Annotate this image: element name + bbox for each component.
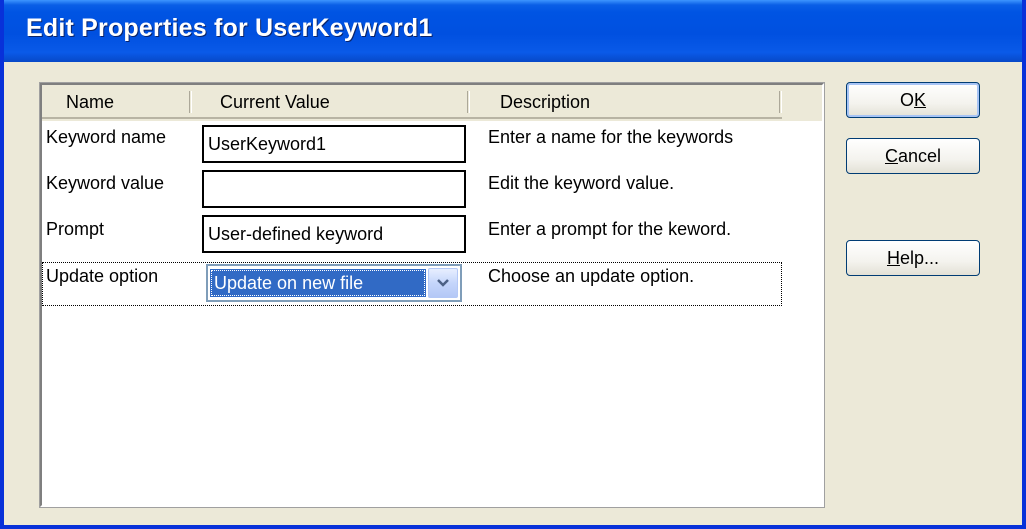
help-button-mnemonic: H bbox=[886, 248, 900, 268]
cancel-button[interactable]: Cancel bbox=[846, 138, 980, 174]
window-title: Edit Properties for UserKeyword1 bbox=[26, 14, 433, 42]
row-label-keyword-name: Keyword name bbox=[46, 127, 167, 147]
dialog-window: Edit Properties for UserKeyword1 Name Cu… bbox=[0, 0, 1026, 529]
row-description-keyword-value: Edit the keyword value. bbox=[488, 173, 675, 193]
row-description-update-option: Choose an update option. bbox=[488, 266, 695, 286]
dropdown-button[interactable] bbox=[428, 268, 458, 298]
column-header-current-value-label: Current Value bbox=[220, 92, 330, 112]
help-button[interactable]: Help... bbox=[846, 240, 980, 276]
column-header-current-value[interactable]: Current Value bbox=[192, 85, 470, 119]
column-header-name[interactable]: Name bbox=[42, 85, 192, 119]
ok-button-label-start: O bbox=[899, 90, 914, 110]
list-header: Name Current Value Description bbox=[42, 85, 822, 121]
keyword-value-field[interactable] bbox=[202, 170, 466, 208]
chevron-down-icon bbox=[437, 279, 449, 287]
ok-button-mnemonic: K bbox=[914, 90, 927, 110]
keyword-name-field[interactable]: UserKeyword1 bbox=[202, 125, 466, 163]
properties-list[interactable]: Name Current Value Description Keyword n… bbox=[39, 82, 825, 508]
column-header-description[interactable]: Description bbox=[470, 85, 782, 119]
row-description-prompt: Enter a prompt for the keword. bbox=[488, 219, 732, 239]
row-label-prompt: Prompt bbox=[46, 219, 105, 239]
update-option-dropdown[interactable]: Update on new file bbox=[206, 264, 462, 302]
title-bar[interactable]: Edit Properties for UserKeyword1 bbox=[4, 0, 1022, 62]
column-header-name-label: Name bbox=[66, 92, 115, 112]
help-button-label-end: elp... bbox=[899, 248, 940, 268]
prompt-field[interactable]: User-defined keyword bbox=[202, 215, 466, 253]
cancel-button-label-end: ancel bbox=[897, 146, 942, 166]
row-label-update-option: Update option bbox=[46, 266, 159, 286]
row-label-keyword-value: Keyword value bbox=[46, 173, 165, 193]
column-header-description-label: Description bbox=[500, 92, 591, 112]
update-option-selected-value: Update on new file bbox=[210, 269, 426, 297]
cancel-button-mnemonic: C bbox=[884, 146, 898, 166]
row-description-keyword-name: Enter a name for the keywords bbox=[488, 127, 734, 147]
ok-button[interactable]: OK bbox=[846, 82, 980, 118]
